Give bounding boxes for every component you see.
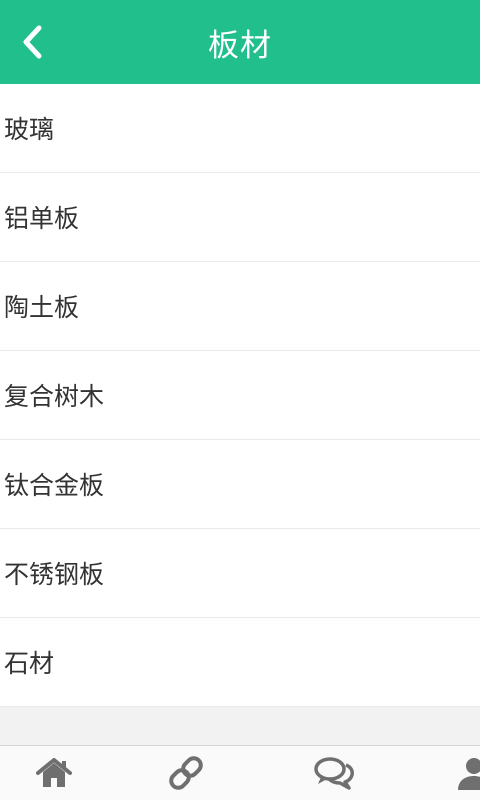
chat-icon <box>314 757 354 790</box>
list-item-label: 不锈钢板 <box>4 560 105 589</box>
list-item-label: 铝单板 <box>4 204 80 233</box>
list-item-label: 玻璃 <box>4 115 55 144</box>
list-item[interactable]: 复合树木 <box>0 351 480 440</box>
list-item-label: 复合树木 <box>4 382 105 411</box>
tab-chat[interactable] <box>304 746 364 800</box>
link-icon <box>169 756 203 790</box>
user-icon <box>458 758 480 790</box>
tab-home[interactable] <box>24 746 84 800</box>
list-item-label: 石材 <box>4 649 55 678</box>
category-list: 玻璃 铝单板 陶土板 复合树木 钛合金板 不锈钢板 石材 <box>0 84 480 707</box>
list-item-label: 钛合金板 <box>4 471 105 500</box>
top-header: 板材 <box>0 0 480 84</box>
bottom-tab-bar <box>0 745 480 800</box>
list-item[interactable]: 钛合金板 <box>0 440 480 529</box>
list-item[interactable]: 石材 <box>0 618 480 707</box>
list-item[interactable]: 玻璃 <box>0 84 480 173</box>
list-item[interactable]: 陶土板 <box>0 262 480 351</box>
list-item[interactable]: 不锈钢板 <box>0 529 480 618</box>
list-item-label: 陶土板 <box>4 293 80 322</box>
tab-user[interactable] <box>456 746 480 800</box>
chevron-left-icon <box>23 25 42 59</box>
list-item[interactable]: 铝单板 <box>0 173 480 262</box>
home-icon <box>36 758 72 787</box>
back-button[interactable] <box>14 20 50 64</box>
tab-link[interactable] <box>156 746 216 800</box>
page-title: 板材 <box>208 27 272 64</box>
